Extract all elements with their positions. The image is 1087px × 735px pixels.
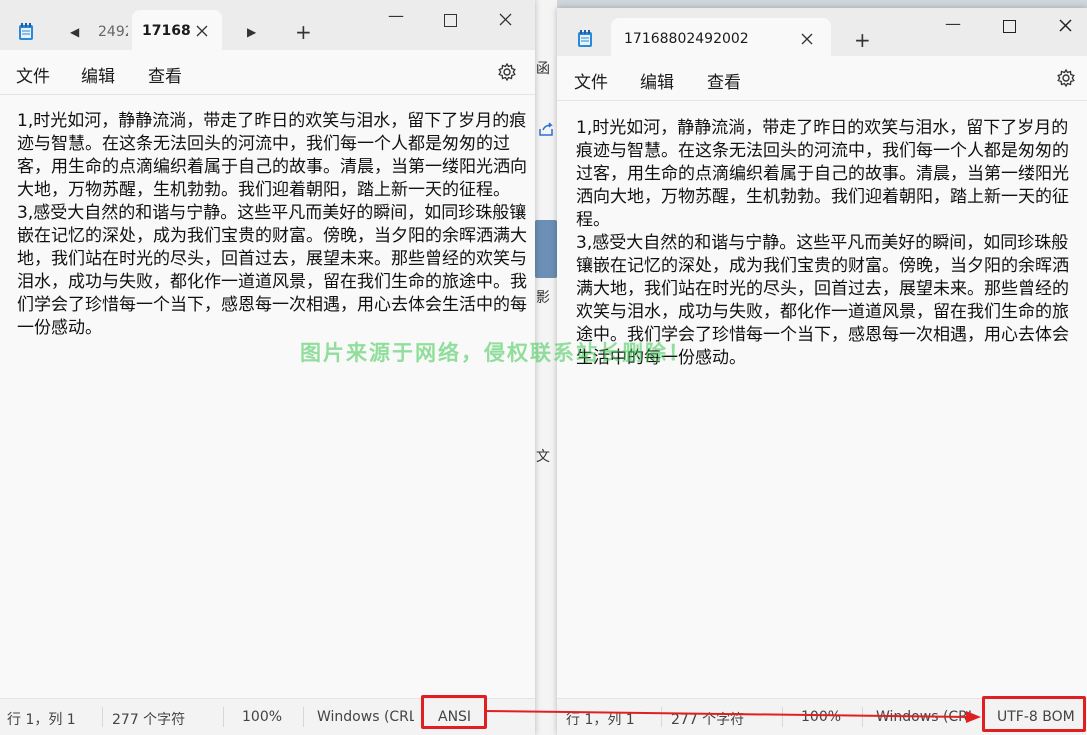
watermark-text: 图片来源于网络，侵权联系站长删除！ <box>300 341 691 365</box>
annotation-arrow <box>483 710 981 723</box>
